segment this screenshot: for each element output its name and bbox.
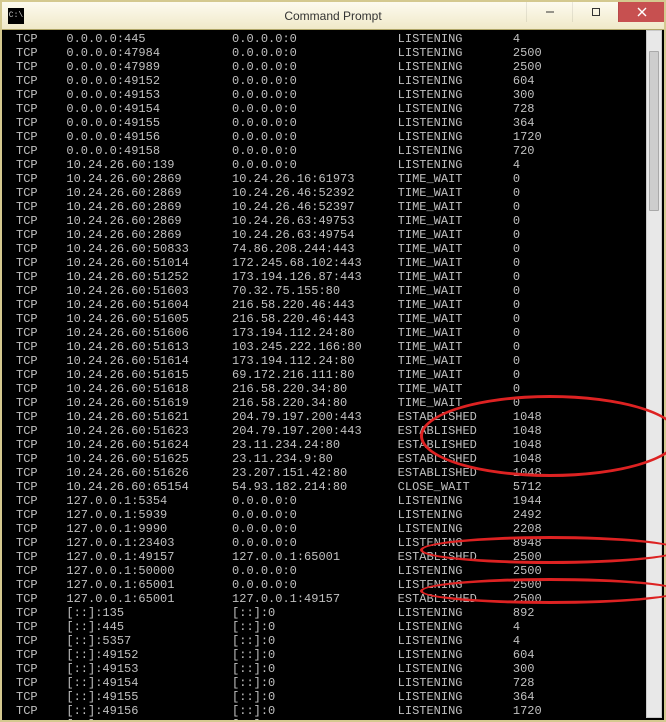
- scrollbar-thumb[interactable]: [649, 51, 659, 211]
- netstat-row: TCP 10.24.26.60:139 0.0.0.0:0 LISTENING …: [2, 158, 664, 172]
- terminal-output[interactable]: TCP 0.0.0.0:445 0.0.0.0:0 LISTENING 4TCP…: [2, 30, 664, 720]
- netstat-row: TCP 0.0.0.0:47984 0.0.0.0:0 LISTENING 25…: [2, 46, 664, 60]
- netstat-row: TCP [::]:49158 [::]:0 LISTENING 720: [2, 718, 664, 720]
- netstat-row: TCP 0.0.0.0:49155 0.0.0.0:0 LISTENING 36…: [2, 116, 664, 130]
- netstat-row: TCP 10.24.26.60:51606 173.194.112.24:80 …: [2, 326, 664, 340]
- netstat-row: TCP 0.0.0.0:49158 0.0.0.0:0 LISTENING 72…: [2, 144, 664, 158]
- netstat-row: TCP [::]:49153 [::]:0 LISTENING 300: [2, 662, 664, 676]
- netstat-row: TCP 10.24.26.60:51619 216.58.220.34:80 T…: [2, 396, 664, 410]
- netstat-row: TCP 127.0.0.1:65001 127.0.0.1:49157 ESTA…: [2, 592, 664, 606]
- netstat-row: TCP 10.24.26.60:51603 70.32.75.155:80 TI…: [2, 284, 664, 298]
- netstat-row: TCP 10.24.26.60:51625 23.11.234.9:80 EST…: [2, 452, 664, 466]
- netstat-row: TCP [::]:445 [::]:0 LISTENING 4: [2, 620, 664, 634]
- netstat-row: TCP 0.0.0.0:445 0.0.0.0:0 LISTENING 4: [2, 32, 664, 46]
- maximize-button[interactable]: [572, 2, 618, 22]
- netstat-row: TCP 0.0.0.0:49153 0.0.0.0:0 LISTENING 30…: [2, 88, 664, 102]
- netstat-row: TCP 0.0.0.0:49152 0.0.0.0:0 LISTENING 60…: [2, 74, 664, 88]
- netstat-row: TCP 10.24.26.60:51624 23.11.234.24:80 ES…: [2, 438, 664, 452]
- netstat-row: TCP [::]:49155 [::]:0 LISTENING 364: [2, 690, 664, 704]
- netstat-row: TCP [::]:49154 [::]:0 LISTENING 728: [2, 676, 664, 690]
- netstat-row: TCP [::]:49152 [::]:0 LISTENING 604: [2, 648, 664, 662]
- netstat-row: TCP 10.24.26.60:51626 23.207.151.42:80 E…: [2, 466, 664, 480]
- netstat-row: TCP 127.0.0.1:23403 0.0.0.0:0 LISTENING …: [2, 536, 664, 550]
- netstat-row: TCP 10.24.26.60:51605 216.58.220.46:443 …: [2, 312, 664, 326]
- close-button[interactable]: [618, 2, 664, 22]
- netstat-row: TCP [::]:135 [::]:0 LISTENING 892: [2, 606, 664, 620]
- netstat-row: TCP 10.24.26.60:2869 10.24.26.46:52397 T…: [2, 200, 664, 214]
- netstat-row: TCP 10.24.26.60:2869 10.24.26.16:61973 T…: [2, 172, 664, 186]
- netstat-row: TCP 10.24.26.60:65154 54.93.182.214:80 C…: [2, 480, 664, 494]
- netstat-row: TCP 10.24.26.60:51252 173.194.126.87:443…: [2, 270, 664, 284]
- netstat-row: TCP 10.24.26.60:2869 10.24.26.46:52392 T…: [2, 186, 664, 200]
- netstat-row: TCP 127.0.0.1:5939 0.0.0.0:0 LISTENING 2…: [2, 508, 664, 522]
- netstat-row: TCP 127.0.0.1:5354 0.0.0.0:0 LISTENING 1…: [2, 494, 664, 508]
- netstat-row: TCP 127.0.0.1:9990 0.0.0.0:0 LISTENING 2…: [2, 522, 664, 536]
- netstat-row: TCP 10.24.26.60:51623 204.79.197.200:443…: [2, 424, 664, 438]
- netstat-row: TCP 10.24.26.60:51014 172.245.68.102:443…: [2, 256, 664, 270]
- scrollbar-track[interactable]: [646, 30, 662, 718]
- netstat-row: TCP 0.0.0.0:49154 0.0.0.0:0 LISTENING 72…: [2, 102, 664, 116]
- netstat-row: TCP 10.24.26.60:51613 103.245.222.166:80…: [2, 340, 664, 354]
- netstat-row: TCP [::]:49156 [::]:0 LISTENING 1720: [2, 704, 664, 718]
- netstat-row: TCP 0.0.0.0:47989 0.0.0.0:0 LISTENING 25…: [2, 60, 664, 74]
- netstat-row: TCP 10.24.26.60:51604 216.58.220.46:443 …: [2, 298, 664, 312]
- netstat-row: TCP 10.24.26.60:51618 216.58.220.34:80 T…: [2, 382, 664, 396]
- netstat-row: TCP 127.0.0.1:49157 127.0.0.1:65001 ESTA…: [2, 550, 664, 564]
- netstat-row: TCP 10.24.26.60:50833 74.86.208.244:443 …: [2, 242, 664, 256]
- netstat-row: TCP 10.24.26.60:2869 10.24.26.63:49753 T…: [2, 214, 664, 228]
- netstat-row: TCP 127.0.0.1:50000 0.0.0.0:0 LISTENING …: [2, 564, 664, 578]
- minimize-button[interactable]: [526, 2, 572, 22]
- netstat-row: TCP 0.0.0.0:49156 0.0.0.0:0 LISTENING 17…: [2, 130, 664, 144]
- netstat-row: TCP [::]:5357 [::]:0 LISTENING 4: [2, 634, 664, 648]
- window-titlebar: C:\ Command Prompt: [2, 2, 664, 30]
- netstat-row: TCP 10.24.26.60:51621 204.79.197.200:443…: [2, 410, 664, 424]
- netstat-row: TCP 127.0.0.1:65001 0.0.0.0:0 LISTENING …: [2, 578, 664, 592]
- window-buttons: [526, 2, 664, 22]
- cmd-icon: C:\: [8, 8, 24, 24]
- netstat-row: TCP 10.24.26.60:51615 69.172.216.111:80 …: [2, 368, 664, 382]
- netstat-row: TCP 10.24.26.60:2869 10.24.26.63:49754 T…: [2, 228, 664, 242]
- netstat-row: TCP 10.24.26.60:51614 173.194.112.24:80 …: [2, 354, 664, 368]
